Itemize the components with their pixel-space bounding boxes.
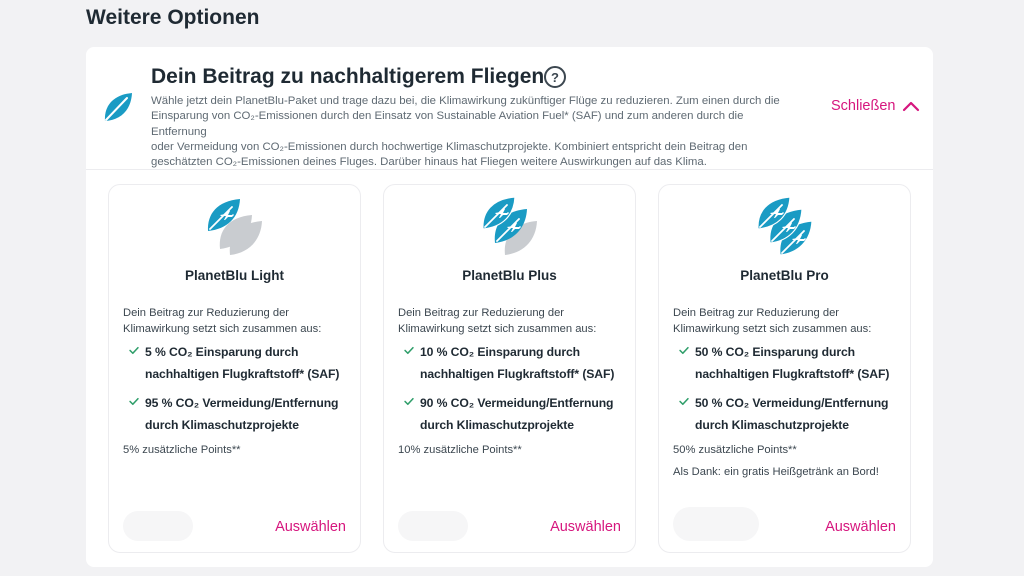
leaf-icon <box>104 93 132 121</box>
card-title: PlanetBlu Pro <box>740 268 829 283</box>
check-icon <box>129 346 139 355</box>
price-placeholder <box>123 511 193 541</box>
benefit-line: 50 % CO₂ Einsparung durch <box>695 345 856 359</box>
check-icon <box>679 397 689 406</box>
check-icon <box>679 346 689 355</box>
section-title: Dein Beitrag zu nachhaltigerem Fliegen <box>151 65 545 88</box>
close-button[interactable]: Schließen <box>831 98 920 114</box>
check-icon <box>404 346 414 355</box>
card-title: PlanetBlu Light <box>185 268 284 283</box>
section-description: Wähle jetzt dein PlanetBlu-Paket und tra… <box>151 94 781 170</box>
benefit-line: durch Klimaschutzprojekte <box>695 417 849 432</box>
select-button[interactable]: Auswählen <box>825 519 896 535</box>
points-text: 5% zusätzliche Points** <box>123 444 241 456</box>
card-intro: Dein Beitrag zur Reduzierung der Klimawi… <box>673 306 893 337</box>
description-line: geschätzten CO₂-Emissionen deines Fluges… <box>151 156 707 169</box>
intro-line: Dein Beitrag zur Reduzierung der <box>123 307 290 319</box>
benefit-line: 5 % CO₂ Einsparung durch <box>145 345 299 359</box>
intro-line: Dein Beitrag zur Reduzierung der <box>398 307 565 319</box>
benefit-line: durch Klimaschutzprojekte <box>420 417 574 432</box>
select-button[interactable]: Auswählen <box>550 519 621 535</box>
close-label: Schließen <box>831 98 896 114</box>
check-icon <box>404 397 414 406</box>
price-placeholder <box>673 507 759 541</box>
help-icon[interactable]: ? <box>544 66 566 88</box>
planet-leaf-2-icon <box>482 197 537 255</box>
intro-line: Klimawirkung setzt sich zusammen aus: <box>398 322 597 335</box>
benefit-line: nachhaltigen Flugkraftstoff* (SAF) <box>695 366 890 381</box>
bonus-text: Als Dank: ein gratis Heißgetränk an Bord… <box>673 466 879 478</box>
price-placeholder <box>398 511 468 541</box>
description-line: Wähle jetzt dein PlanetBlu-Paket und tra… <box>151 95 780 107</box>
benefit-saf: 5 % CO₂ Einsparung durch nachhaltigen Fl… <box>123 342 351 385</box>
planetblu-panel: Dein Beitrag zu nachhaltigerem Fliegen ?… <box>86 47 933 567</box>
benefit-line: 50 % CO₂ Vermeidung/Entfernung <box>695 396 889 410</box>
benefit-line: 95 % CO₂ Vermeidung/Entfernung <box>145 396 339 410</box>
check-icon <box>129 397 139 406</box>
card-intro: Dein Beitrag zur Reduzierung der Klimawi… <box>398 306 618 337</box>
benefit-line: durch Klimaschutzprojekte <box>145 417 299 432</box>
card-title: PlanetBlu Plus <box>462 268 557 283</box>
planet-leaf-1-icon <box>207 199 262 255</box>
intro-line: Dein Beitrag zur Reduzierung der <box>673 307 840 319</box>
benefit-projects: 95 % CO₂ Vermeidung/Entfernung durch Kli… <box>123 393 351 436</box>
points-text: 10% zusätzliche Points** <box>398 444 522 456</box>
benefit-line: 90 % CO₂ Vermeidung/Entfernung <box>420 396 614 410</box>
benefit-saf: 10 % CO₂ Einsparung durch nachhaltigen F… <box>398 342 626 385</box>
package-card-light[interactable]: PlanetBlu Light Dein Beitrag zur Reduzie… <box>108 184 361 553</box>
benefit-line: nachhaltigen Flugkraftstoff* (SAF) <box>145 366 340 381</box>
select-button[interactable]: Auswählen <box>275 519 346 535</box>
benefit-projects: 50 % CO₂ Vermeidung/Entfernung durch Kli… <box>673 393 901 436</box>
points-text: 50% zusätzliche Points** <box>673 444 797 456</box>
benefit-saf: 50 % CO₂ Einsparung durch nachhaltigen F… <box>673 342 901 385</box>
package-card-pro[interactable]: PlanetBlu Pro Dein Beitrag zur Reduzieru… <box>658 184 911 553</box>
panel-header: Dein Beitrag zu nachhaltigerem Fliegen ?… <box>86 47 933 170</box>
benefit-line: 10 % CO₂ Einsparung durch <box>420 345 581 359</box>
intro-line: Klimawirkung setzt sich zusammen aus: <box>673 322 872 335</box>
page-title: Weitere Optionen <box>86 6 260 29</box>
benefit-line: nachhaltigen Flugkraftstoff* (SAF) <box>420 366 615 381</box>
description-line: oder Vermeidung von CO₂-Emissionen durch… <box>151 140 748 153</box>
intro-line: Klimawirkung setzt sich zusammen aus: <box>123 322 322 335</box>
package-card-plus[interactable]: PlanetBlu Plus Dein Beitrag zur Reduzier… <box>383 184 636 553</box>
planet-leaf-3-icon <box>757 197 813 256</box>
description-line: Einsparung von CO₂-Emissionen durch den … <box>151 110 744 138</box>
benefit-projects: 90 % CO₂ Vermeidung/Entfernung durch Kli… <box>398 393 626 436</box>
card-intro: Dein Beitrag zur Reduzierung der Klimawi… <box>123 306 343 337</box>
chevron-up-icon <box>903 101 920 112</box>
